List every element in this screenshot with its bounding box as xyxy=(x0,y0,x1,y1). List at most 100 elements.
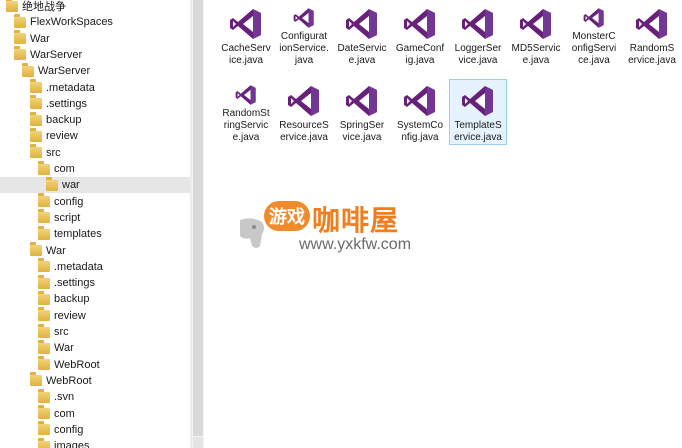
folder-icon xyxy=(30,79,42,93)
folder-icon xyxy=(38,339,50,354)
tree-folder-item[interactable]: review xyxy=(0,307,190,324)
tree-folder-label: war xyxy=(62,179,80,192)
tree-folder-label: WarServer xyxy=(38,65,91,78)
file-name-line: ce.java xyxy=(578,55,610,66)
tree-folder-item[interactable]: .settings xyxy=(0,95,190,112)
tree-scrollbar-thumb[interactable] xyxy=(193,0,203,436)
tree-folder-item[interactable]: templates xyxy=(0,225,190,242)
tree-folder-item[interactable]: War xyxy=(0,30,190,47)
tree-folder-item[interactable]: War xyxy=(0,339,190,356)
visual-studio-file-icon xyxy=(346,9,377,39)
file-name-line: vice.java xyxy=(342,132,382,143)
folder-icon xyxy=(38,437,50,448)
visual-studio-file-icon xyxy=(346,86,377,116)
folder-icon xyxy=(38,307,50,322)
tree-folder-item[interactable]: backup xyxy=(0,111,190,128)
file-name-line: RandomS xyxy=(629,43,675,54)
tree-folder-item[interactable]: .svn xyxy=(0,388,190,405)
tree-folder-item[interactable]: script xyxy=(0,209,190,226)
tree-folder-item[interactable]: src xyxy=(0,323,190,340)
tree-folder-label: 绝地战争 xyxy=(22,1,66,13)
file-name: SpringSer vice.java xyxy=(334,120,390,144)
visual-studio-file-icon xyxy=(404,86,435,116)
tree-folder-item[interactable]: War xyxy=(0,242,190,259)
file-item[interactable]: MD5Servic e.java xyxy=(508,3,564,67)
file-name-line: ringServic xyxy=(223,120,269,131)
file-item[interactable]: GameConf ig.java xyxy=(392,3,448,67)
tree-folder-item[interactable]: config xyxy=(0,421,190,438)
file-name: SystemCo nfig.java xyxy=(392,120,448,144)
file-name: RandomSt ringServic e.java xyxy=(218,108,274,144)
visual-studio-file-icon xyxy=(288,86,319,116)
tree-folder-item[interactable]: com xyxy=(0,405,190,422)
tree-folder-label: backup xyxy=(54,293,90,306)
folder-icon xyxy=(38,356,50,371)
folder-icon xyxy=(38,388,50,403)
tree-folder-item[interactable]: .metadata xyxy=(0,79,190,96)
tree-folder-label: src xyxy=(46,146,61,159)
tree-folder-label: .metadata xyxy=(54,260,103,273)
visual-studio-file-icon xyxy=(636,9,667,39)
folder-icon xyxy=(14,46,26,61)
tree-folder-label: FlexWorkSpaces xyxy=(30,16,113,29)
folder-icon xyxy=(46,176,58,191)
file-name-line: onfigServi xyxy=(571,43,617,54)
file-item[interactable]: LoggerSer vice.java xyxy=(450,3,506,67)
file-item[interactable]: TemplateS ervice.java xyxy=(449,79,507,145)
file-name-line: vice.java xyxy=(458,55,498,66)
tree-folder-item[interactable]: WarServer xyxy=(0,62,190,79)
tree-folder-item[interactable]: src xyxy=(0,144,190,161)
tree-folder-item[interactable]: backup xyxy=(0,290,190,307)
tree-folder-label: .settings xyxy=(46,97,87,110)
tree-folder-label: WebRoot xyxy=(54,358,100,371)
visual-studio-file-icon xyxy=(462,86,493,116)
tree-folder-item[interactable]: .settings xyxy=(0,274,190,291)
tree-folder-item[interactable]: FlexWorkSpaces xyxy=(0,13,190,30)
file-name-line: ervice.java xyxy=(454,132,502,143)
tree-folder-label: com xyxy=(54,163,75,175)
file-item[interactable]: Configurat ionService. java xyxy=(276,3,332,67)
folder-icon xyxy=(38,421,50,436)
file-item[interactable]: SpringSer vice.java xyxy=(334,80,390,144)
file-name: Configurat ionService. java xyxy=(276,31,332,67)
elephant-mascot-icon xyxy=(240,218,264,248)
file-name-line: ig.java xyxy=(405,55,435,66)
file-name-line: e.java xyxy=(522,55,550,66)
tree-folder-label: backup xyxy=(46,114,82,127)
file-item[interactable]: SystemCo nfig.java xyxy=(392,80,448,144)
tree-folder-item[interactable]: war xyxy=(0,176,190,194)
tree-folder-item[interactable]: config xyxy=(0,193,190,210)
file-name-line: RandomSt xyxy=(222,108,270,119)
tree-folder-item[interactable]: 绝地战争 xyxy=(0,0,190,14)
tree-folder-item[interactable]: .metadata xyxy=(0,258,190,275)
file-name-line: nfig.java xyxy=(401,132,439,143)
file-item[interactable]: RandomS ervice.java xyxy=(624,3,680,67)
file-item[interactable]: ResourceS ervice.java xyxy=(276,80,332,144)
file-name: LoggerSer vice.java xyxy=(450,43,506,67)
file-name-line: CacheServ xyxy=(221,43,271,54)
scroll-down-arrow-icon[interactable] xyxy=(193,437,203,448)
file-name: DateServic e.java xyxy=(334,43,390,67)
file-name: GameConf ig.java xyxy=(392,43,448,67)
folder-icon xyxy=(38,274,50,289)
tree-folder-label: WarServer xyxy=(30,48,83,61)
file-name-line: SystemCo xyxy=(396,120,444,131)
file-item[interactable]: MonsterC onfigServi ce.java xyxy=(566,3,622,67)
tree-folder-item[interactable]: images xyxy=(0,437,190,448)
file-item[interactable]: DateServic e.java xyxy=(334,3,390,67)
folder-icon xyxy=(30,242,42,256)
file-name: TemplateS ervice.java xyxy=(450,120,506,144)
tree-folder-item[interactable]: review xyxy=(0,127,190,144)
file-item[interactable]: CacheServ ice.java xyxy=(218,3,274,67)
tree-folder-item[interactable]: WarServer xyxy=(0,46,190,63)
tree-folder-item[interactable]: WebRoot xyxy=(0,372,190,389)
visual-studio-file-icon xyxy=(520,9,551,39)
file-name-line: e.java xyxy=(348,55,376,66)
watermark-badge: 游戏 xyxy=(264,201,310,231)
tree-folder-item[interactable]: com xyxy=(0,160,190,177)
file-item[interactable]: RandomSt ringServic e.java xyxy=(218,80,274,144)
folder-icon xyxy=(14,13,26,28)
tree-folder-item[interactable]: WebRoot xyxy=(0,356,190,373)
folder-icon xyxy=(38,193,50,208)
watermark-url: www.yxkfw.com xyxy=(299,236,412,253)
